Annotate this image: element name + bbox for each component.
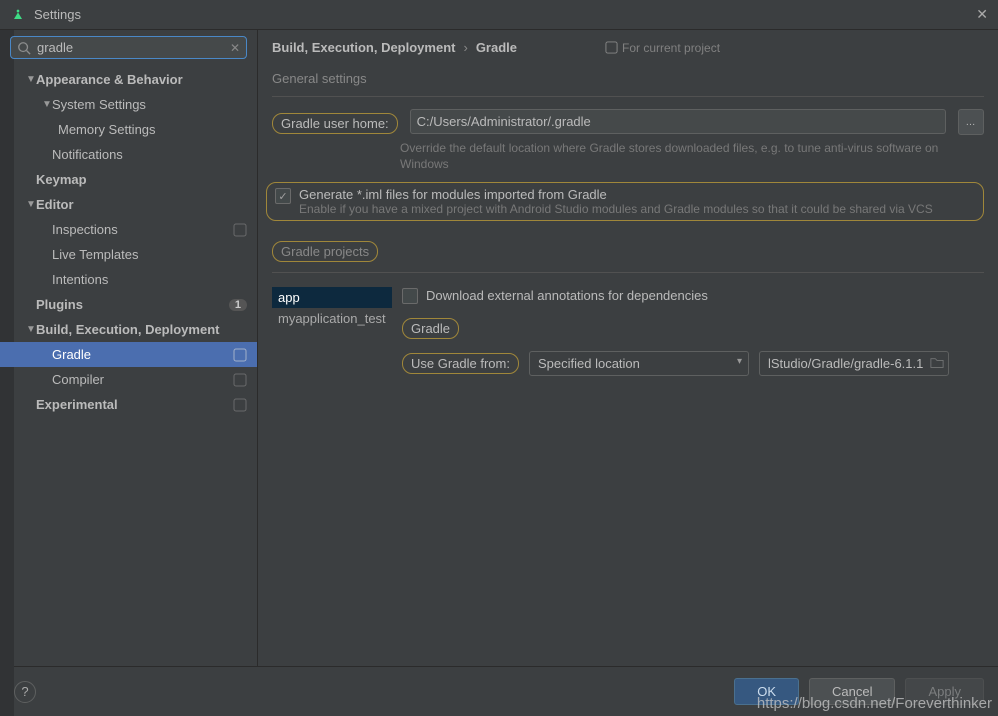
breadcrumb-separator: ›	[463, 40, 467, 55]
browse-button[interactable]: …	[958, 109, 984, 135]
ok-button[interactable]: OK	[734, 678, 799, 705]
tree-inspections[interactable]: Inspections	[0, 217, 257, 242]
for-current-project: For current project	[605, 41, 720, 55]
tree-intentions[interactable]: Intentions	[0, 267, 257, 292]
generate-iml-label: Generate *.iml files for modules importe…	[299, 187, 933, 202]
settings-tree: ▼Appearance & Behavior ▼System Settings …	[0, 65, 257, 666]
folder-icon	[930, 356, 944, 370]
tree-appearance[interactable]: ▼Appearance & Behavior	[0, 67, 257, 92]
use-gradle-from-dropdown[interactable]: Specified location	[529, 351, 749, 376]
close-icon[interactable]: ✕	[976, 6, 988, 23]
settings-sidebar: ✕ ▼Appearance & Behavior ▼System Setting…	[0, 30, 258, 666]
project-scope-icon	[233, 373, 247, 387]
plugins-count-badge: 1	[229, 299, 247, 311]
gradle-path-input[interactable]: lStudio/Gradle/gradle-6.1.1	[759, 351, 949, 376]
tree-system-settings[interactable]: ▼System Settings	[0, 92, 257, 117]
user-home-hint: Override the default location where Grad…	[400, 141, 984, 172]
breadcrumb: Build, Execution, Deployment › Gradle Fo…	[272, 40, 984, 55]
window-title: Settings	[34, 7, 976, 22]
tree-keymap[interactable]: Keymap	[0, 167, 257, 192]
project-item-app[interactable]: app	[272, 287, 392, 308]
gradle-user-home-label: Gradle user home:	[272, 109, 398, 134]
download-annotations-row[interactable]: Download external annotations for depend…	[402, 287, 984, 304]
generate-iml-hint: Enable if you have a mixed project with …	[299, 202, 933, 216]
project-item-myapp-test[interactable]: myapplication_test	[272, 308, 392, 329]
tree-compiler[interactable]: Compiler	[0, 367, 257, 392]
generate-iml-checkbox[interactable]	[275, 188, 291, 204]
tree-gradle[interactable]: Gradle	[0, 342, 257, 367]
android-studio-icon	[10, 7, 26, 23]
project-scope-icon	[233, 398, 247, 412]
titlebar: Settings ✕	[0, 0, 998, 30]
tree-notifications[interactable]: Notifications	[0, 142, 257, 167]
download-annotations-label: Download external annotations for depend…	[426, 288, 708, 303]
tree-live-templates[interactable]: Live Templates	[0, 242, 257, 267]
generate-iml-row[interactable]: Generate *.iml files for modules importe…	[266, 182, 984, 221]
search-input-wrap[interactable]: ✕	[10, 36, 247, 59]
project-scope-icon	[233, 348, 247, 362]
settings-content: Build, Execution, Deployment › Gradle Fo…	[258, 30, 998, 666]
tree-plugins[interactable]: Plugins1	[0, 292, 257, 317]
project-scope-icon	[233, 223, 247, 237]
breadcrumb-current: Gradle	[476, 40, 517, 55]
help-button[interactable]: ?	[14, 681, 36, 703]
tree-build-execution-deployment[interactable]: ▼Build, Execution, Deployment	[0, 317, 257, 342]
gradle-subgroup-head: Gradle	[402, 318, 984, 339]
apply-button[interactable]: Apply	[905, 678, 984, 705]
tree-memory-settings[interactable]: Memory Settings	[0, 117, 257, 142]
use-gradle-from-label: Use Gradle from:	[402, 353, 519, 374]
gradle-user-home-input[interactable]	[410, 109, 946, 134]
breadcrumb-parent[interactable]: Build, Execution, Deployment	[272, 40, 455, 55]
cancel-button[interactable]: Cancel	[809, 678, 895, 705]
general-settings-head: General settings	[272, 71, 984, 86]
dialog-footer: ? OK Cancel Apply	[0, 666, 998, 716]
gradle-projects-list: app myapplication_test	[272, 287, 392, 376]
tree-experimental[interactable]: Experimental	[0, 392, 257, 417]
search-input[interactable]	[37, 40, 230, 55]
project-scope-icon	[605, 41, 618, 54]
clear-search-icon[interactable]: ✕	[230, 41, 240, 55]
tree-editor[interactable]: ▼Editor	[0, 192, 257, 217]
gradle-projects-head: Gradle projects	[272, 241, 984, 262]
download-annotations-checkbox[interactable]	[402, 288, 418, 304]
search-icon	[17, 41, 31, 55]
